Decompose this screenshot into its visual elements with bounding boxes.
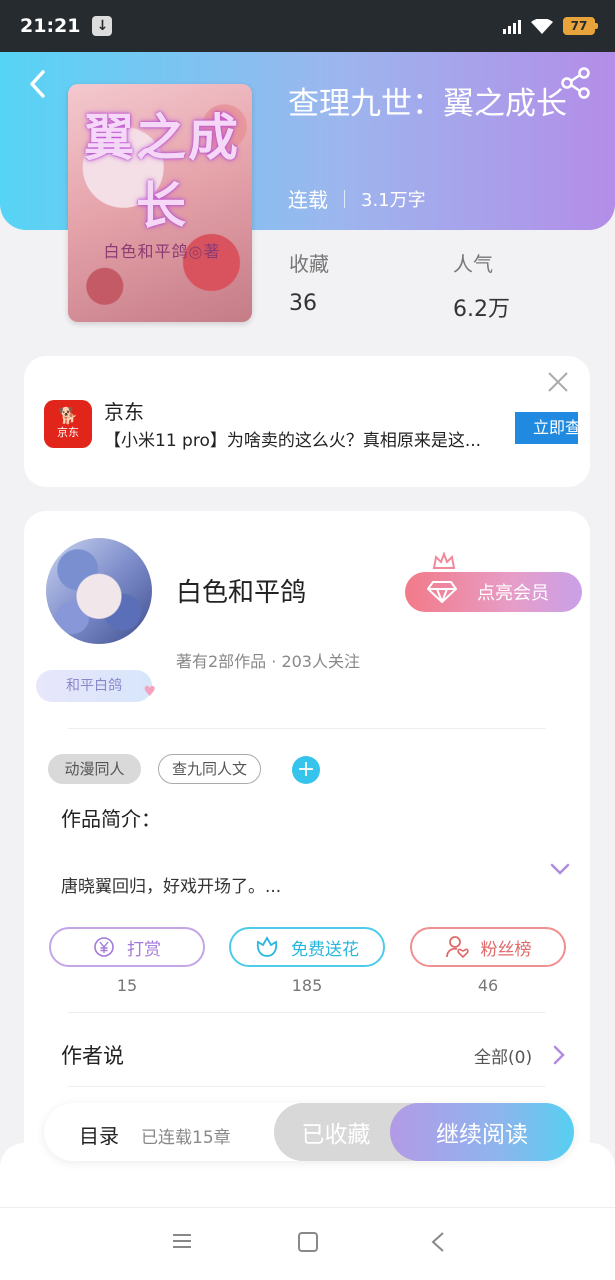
wifi-icon <box>531 18 553 34</box>
flower-label: 免费送花 <box>291 939 359 960</box>
divider <box>68 728 546 729</box>
tag-item[interactable]: 查九同人文 <box>158 754 261 784</box>
author-info: 著有2部作品 · 203人关注 <box>176 652 360 671</box>
collected-label: 已收藏 <box>301 1122 371 1148</box>
status-icons: 77 <box>503 17 598 35</box>
cover-subtitle: 白色和平鸽◎著 <box>103 242 221 261</box>
vip-label: 点亮会员 <box>477 583 549 604</box>
add-tag-button[interactable]: + <box>292 756 320 784</box>
ad-logo-text: 京东 <box>57 426 79 439</box>
ad-brand: 京东 <box>104 400 144 424</box>
ad-text: 【小米11 pro】为啥卖的这么火？真相原来是这... <box>104 431 482 451</box>
stat-value: 6.2万 <box>453 297 510 322</box>
chevron-left-icon <box>30 70 45 98</box>
menu-icon[interactable] <box>172 1233 192 1249</box>
back-triangle-icon[interactable] <box>430 1231 446 1253</box>
book-cover[interactable]: 翼之成长 白色和平鸽◎著 <box>68 84 252 322</box>
vip-button[interactable]: 点亮会员 <box>405 572 582 612</box>
meta-divider <box>344 189 345 208</box>
flower-icon <box>256 936 278 957</box>
battery-icon: 77 <box>563 17 598 35</box>
cover-title: 翼之成长 <box>84 108 240 235</box>
home-icon[interactable] <box>298 1232 318 1252</box>
send-flower-button[interactable]: 免费送花 <box>229 927 385 967</box>
toc-button[interactable]: 目录 <box>79 1120 119 1149</box>
divider <box>68 1012 546 1013</box>
battery-level: 77 <box>570 19 588 33</box>
back-button[interactable] <box>22 66 52 102</box>
chevron-down-icon[interactable] <box>550 862 570 876</box>
fans-rank-button[interactable]: 粉丝榜 <box>410 927 566 967</box>
diamond-icon <box>427 581 457 603</box>
book-meta: 连载 3.1万字 <box>288 184 426 213</box>
crown-icon <box>432 552 456 569</box>
fans-count: 46 <box>477 976 499 995</box>
book-title: 查理九世：翼之成长 <box>288 86 567 122</box>
book-status: 连载 <box>288 188 328 212</box>
yen-icon <box>94 937 114 957</box>
jd-dog-icon: 🐕 <box>58 406 78 425</box>
divider <box>68 1086 546 1087</box>
fans-icon <box>445 936 469 959</box>
avatar[interactable] <box>46 538 152 644</box>
stat-value: 36 <box>289 291 317 316</box>
author-says-title: 作者说 <box>61 1044 124 1068</box>
tip-label: 打赏 <box>127 939 161 960</box>
stat-popularity: 人气 6.2万 <box>453 248 615 323</box>
intro-title: 作品简介： <box>61 807 161 831</box>
author-says-all-link[interactable]: 全部(0) <box>474 1043 532 1068</box>
read-label: 继续阅读 <box>436 1122 528 1148</box>
status-bar: 21:21 ↓ 77 <box>0 0 615 52</box>
tag-item[interactable]: 动漫同人 <box>48 754 141 784</box>
stat-label: 收藏 <box>289 252 329 276</box>
book-word-count: 3.1万字 <box>361 189 426 211</box>
toc-chapter-count: 已连载15章 <box>141 1128 231 1148</box>
stat-label: 人气 <box>453 252 493 276</box>
ad-cta-button[interactable]: 立即查看 <box>515 412 578 444</box>
author-name[interactable]: 白色和平鸽 <box>176 572 306 609</box>
status-time: 21:21 <box>20 15 81 37</box>
author-badge: 和平白鸽 <box>36 670 156 708</box>
download-icon: ↓ <box>92 16 113 36</box>
intro-text: 唐晓翼回归，好戏开场了。... <box>61 877 282 897</box>
tip-button[interactable]: 打赏 <box>49 927 205 967</box>
continue-reading-button[interactable]: 继续阅读 <box>390 1103 574 1161</box>
flower-count: 185 <box>291 976 323 995</box>
jd-logo: 🐕 京东 <box>44 400 92 448</box>
fans-label: 粉丝榜 <box>480 939 532 960</box>
chevron-right-icon[interactable] <box>552 1045 566 1065</box>
tip-count: 15 <box>116 976 138 995</box>
signal-icon <box>503 18 521 34</box>
stat-favorites: 收藏 36 <box>289 248 453 323</box>
book-stats: 收藏 36 人气 6.2万 <box>289 248 615 323</box>
close-icon[interactable] <box>546 370 570 394</box>
ad-card[interactable]: 🐕 京东 京东 【小米11 pro】为啥卖的这么火？真相原来是这... 立即查看 <box>24 356 590 487</box>
